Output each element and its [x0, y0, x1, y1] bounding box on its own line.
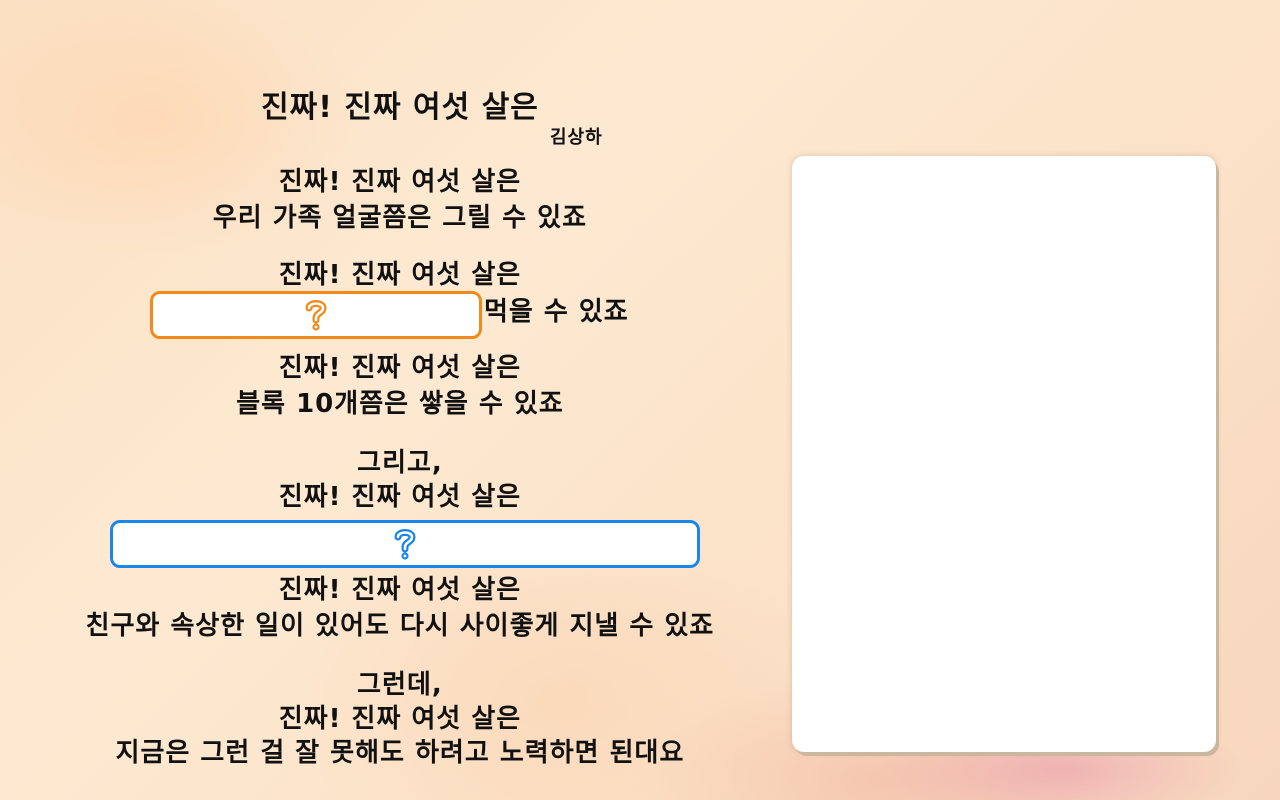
poem-title: 진짜! 진짜 여섯 살은	[261, 90, 539, 125]
stanza-2-line-1: 진짜! 진짜 여섯 살은	[278, 260, 522, 290]
stanza-2-after-blank: 먹을 수 있죠	[484, 297, 629, 327]
stanza-1-line-1: 진짜! 진짜 여섯 살은	[278, 167, 522, 197]
stanza-1-line-2: 우리 가족 얼굴쯤은 그릴 수 있죠	[212, 203, 588, 233]
answer-blank-free[interactable]	[110, 520, 700, 568]
stanza-5-line-2: 친구와 속상한 일이 있어도 다시 사이좋게 지낼 수 있죠	[85, 611, 715, 641]
question-mark-icon	[394, 529, 416, 560]
poem-area: 진짜! 진짜 여섯 살은 김상하 진짜! 진짜 여섯 살은 우리 가족 얼굴쯤은…	[0, 0, 800, 800]
stanza-6-line-1: 진짜! 진짜 여섯 살은	[278, 704, 522, 734]
answer-blank-food[interactable]	[150, 291, 482, 339]
stanza-4-intro: 그리고,	[357, 448, 443, 478]
drawing-card[interactable]	[792, 156, 1216, 752]
stanza-3-line-2: 블록 10개쯤은 쌓을 수 있죠	[236, 389, 564, 419]
stanza-3-line-1: 진짜! 진짜 여섯 살은	[278, 353, 522, 383]
stanza-6-intro: 그런데,	[357, 670, 443, 700]
stanza-5-line-1: 진짜! 진짜 여섯 살은	[278, 575, 522, 605]
stanza-4-line-1: 진짜! 진짜 여섯 살은	[278, 482, 522, 512]
poem-author: 김상하	[550, 127, 603, 148]
question-mark-icon	[305, 300, 327, 331]
stanza-6-line-2: 지금은 그런 걸 잘 못해도 하려고 노력하면 된대요	[115, 738, 685, 768]
